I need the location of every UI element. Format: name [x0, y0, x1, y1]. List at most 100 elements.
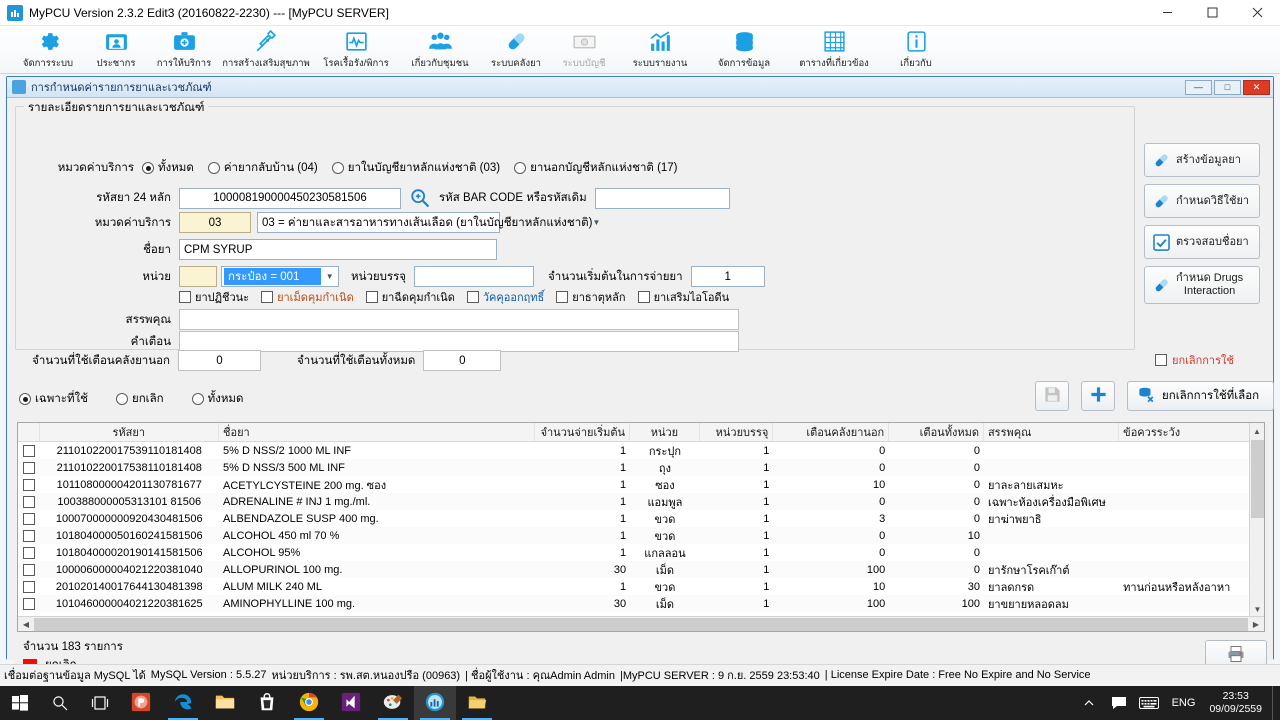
table-row[interactable]: 101046000004021220381625 AMINOPHYLLINE 10…	[18, 595, 1264, 612]
grid-header-cell-warnall[interactable]: เตือนทั้งหมด	[889, 423, 984, 441]
warn-all-input[interactable]: 0	[423, 350, 502, 371]
start-qty-input[interactable]: 1	[690, 266, 765, 287]
toolbar-item-about[interactable]: เกี่ยวกับ	[882, 26, 950, 74]
taskbar-app-paint[interactable]	[372, 686, 414, 720]
row-checkbox[interactable]	[22, 512, 35, 525]
chevron-down-icon[interactable]: ▼	[593, 213, 601, 232]
radio-filter-all[interactable]: ทั้งหมด	[191, 390, 243, 408]
taskbar-app-store[interactable]	[246, 686, 288, 720]
radio-filter-active-only[interactable]: เฉพาะที่ใช้	[19, 390, 88, 408]
scrollbar-thumb[interactable]	[1251, 440, 1264, 518]
drug-code-input[interactable]: 100008190000450230581506	[179, 187, 401, 209]
drug-list-grid[interactable]: รหัสยา ชื่อยา จำนวนจ่ายเริ่มต้น หน่วย หน่วยบ…	[17, 422, 1265, 632]
checkbox-psychotropic[interactable]: วัคคุออกฤทธิ์	[466, 288, 544, 306]
property-input[interactable]	[179, 309, 739, 330]
row-checkbox[interactable]	[22, 580, 35, 593]
grid-header-cell-code[interactable]: รหัสยา	[40, 423, 220, 441]
show-desktop-button[interactable]	[1272, 686, 1280, 720]
table-row[interactable]: 101804000050160241581506 ALCOHOL 450 ml 7…	[18, 527, 1264, 544]
minimize-icon[interactable]	[1145, 0, 1190, 26]
taskbar-app-edge[interactable]	[162, 686, 204, 720]
pack-unit-input[interactable]	[414, 266, 535, 287]
mdi-restore-icon[interactable]: □	[1214, 79, 1241, 95]
taskbar-app-powerpoint[interactable]	[120, 686, 162, 720]
warn-outside-input[interactable]: 0	[178, 350, 261, 371]
row-checkbox[interactable]	[22, 529, 35, 542]
search-icon[interactable]	[40, 686, 80, 720]
grid-header-cell-unit[interactable]: หน่วย	[630, 423, 700, 441]
grid-header-cell-prop[interactable]: สรรพคุณ	[984, 423, 1120, 441]
drugs-interaction-button[interactable]: กำหนด Drugs Interaction	[1144, 266, 1260, 304]
toolbar-item-related-tables[interactable]: ตารางที่เกี่ยวข้อง	[786, 26, 882, 74]
toolbar-item-data-management[interactable]: จัดการข้อมูล	[702, 26, 786, 74]
table-row[interactable]: 211010220017538110181408 5% D NSS/3 500 M…	[18, 459, 1264, 476]
toolbar-item-pharmacy[interactable]: ระบบคลังยา	[482, 26, 550, 74]
taskbar-app-folder[interactable]	[456, 686, 498, 720]
unit-code-input[interactable]	[179, 266, 217, 287]
grid-header-cell-packunit[interactable]: หน่วยบรรจุ	[700, 423, 774, 441]
scrollbar-thumb[interactable]	[34, 617, 1248, 631]
scroll-left-icon[interactable]: ◀	[18, 620, 34, 629]
language-indicator[interactable]: ENG	[1164, 686, 1204, 720]
checkbox-iodine[interactable]: ยาเสริมไอโอดีน	[637, 288, 729, 306]
checkbox-contraceptive-pill[interactable]: ยาเม็ดคุมกำเนิด	[261, 288, 354, 306]
taskbar-app-chrome[interactable]	[288, 686, 330, 720]
radio-filter-cancelled[interactable]: ยกเลิก	[115, 390, 164, 408]
unit-combo[interactable]: กระป๋อง = 001 ▼	[221, 266, 339, 287]
table-row[interactable]: 100006000004021220381040 ALLOPURINOL 100 …	[18, 561, 1264, 578]
cancel-use-row[interactable]: ยกเลิกการใช้	[1155, 351, 1234, 369]
grid-body[interactable]: 211010220017539110181408 5% D NSS/2 1000 …	[18, 442, 1264, 612]
toolbar-item-community[interactable]: เกี่ยวกับชุมชน	[398, 26, 482, 74]
verify-drug-name-button[interactable]: ตรวจสอบชื่อยา	[1144, 225, 1260, 259]
windows-start-icon[interactable]	[0, 686, 40, 720]
grid-header-cell-name[interactable]: ชื่อยา	[219, 423, 536, 441]
warning-input[interactable]	[179, 331, 739, 352]
grid-header-cell-warnout[interactable]: เตือนคลังยานอก	[773, 423, 890, 441]
taskbar-app-visual-studio[interactable]	[330, 686, 372, 720]
table-row[interactable]: 211010220017539110181408 5% D NSS/2 1000 …	[18, 442, 1264, 459]
grid-vertical-scrollbar[interactable]: ▲ ▼	[1249, 423, 1264, 617]
grid-header-cell-caution[interactable]: ข้อควรระวัง	[1119, 423, 1264, 441]
row-checkbox[interactable]	[22, 461, 35, 474]
define-usage-button[interactable]: กำหนดวิธีใช้ยา	[1144, 184, 1260, 218]
mdi-minimize-icon[interactable]: —	[1185, 79, 1212, 95]
radio-category-all[interactable]: ทั้งหมด	[142, 159, 194, 177]
mdi-close-icon[interactable]: ✕	[1243, 79, 1270, 95]
table-row[interactable]: 100070000000920430481506 ALBENDAZOLE SUSP…	[18, 510, 1264, 527]
cancel-selected-button[interactable]: ยกเลิกการใช้ที่เลือก	[1127, 381, 1274, 411]
taskbar-app-file-explorer[interactable]	[204, 686, 246, 720]
grid-header-cell-startqty[interactable]: จำนวนจ่ายเริ่มต้น	[535, 423, 631, 441]
radio-category-national-list[interactable]: ยาในบัญชียาหลักแห่งชาติ (03)	[331, 159, 500, 177]
close-icon[interactable]	[1235, 0, 1280, 26]
table-row[interactable]: 101108000004201130781677 ACETYLCYSTEINE 2…	[18, 476, 1264, 493]
toolbar-item-chronic-disease[interactable]: โรคเรื้อรัง/พิการ	[314, 26, 398, 74]
radio-category-outside-list[interactable]: ยานอกบัญชีหลักแห่งชาติ (17)	[514, 159, 678, 177]
add-button[interactable]	[1081, 381, 1115, 411]
taskbar-app-mypcu[interactable]	[414, 686, 456, 720]
create-drug-data-button[interactable]: สร้างข้อมูลยา	[1144, 143, 1260, 177]
keyboard-icon[interactable]	[1134, 686, 1164, 720]
toolbar-item-system[interactable]: จัดการระบบ	[14, 26, 82, 74]
scroll-down-icon[interactable]: ▼	[1250, 601, 1264, 617]
grid-horizontal-scrollbar[interactable]: ◀ ▶	[18, 616, 1264, 631]
checkbox-contraceptive-injection[interactable]: ยาฉีดคุมกำเนิด	[365, 288, 455, 306]
toolbar-item-population[interactable]: ประชากร	[82, 26, 150, 74]
radio-category-home-drug[interactable]: ค่ายากลับบ้าน (04)	[207, 159, 318, 177]
checkbox-antibiotic[interactable]: ยาปฏิชีวนะ	[179, 288, 249, 306]
grid-header-cell-chk[interactable]	[18, 423, 40, 441]
taskbar-clock[interactable]: 23:53 09/09/2559	[1203, 690, 1272, 716]
scroll-right-icon[interactable]: ▶	[1248, 620, 1264, 629]
toolbar-item-reports[interactable]: ระบบรายงาน	[618, 26, 702, 74]
toolbar-item-health-promotion[interactable]: การสร้างเสริมสุขภาพ	[218, 26, 314, 74]
action-center-icon[interactable]	[1104, 686, 1134, 720]
barcode-input[interactable]	[594, 187, 730, 209]
row-checkbox[interactable]	[22, 597, 35, 610]
row-checkbox[interactable]	[22, 444, 35, 457]
drug-name-input[interactable]: CPM SYRUP	[179, 239, 497, 260]
magnifier-plus-icon[interactable]	[407, 185, 433, 211]
table-row[interactable]: 201020140017644130481398 ALUM MILK 240 ML…	[18, 578, 1264, 595]
service-category-code[interactable]: 03	[179, 212, 251, 233]
row-checkbox[interactable]	[22, 563, 35, 576]
toolbar-item-services[interactable]: การให้บริการ	[150, 26, 218, 74]
service-category-combo[interactable]: 03 = ค่ายาและสารอาหารทางเส้นเลือด (ยาในบ…	[257, 212, 600, 233]
